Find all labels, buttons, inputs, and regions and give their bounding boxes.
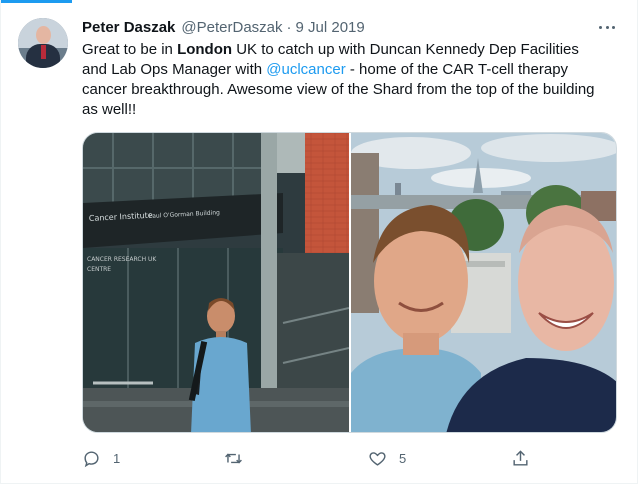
building-sign-text: CENTRE xyxy=(87,266,111,273)
building-sign-text: CANCER RESEARCH UK xyxy=(87,256,157,263)
tweet-actions: 1 5 xyxy=(82,446,617,470)
tweet-text: Great to be in London UK to catch up wit… xyxy=(82,40,607,120)
tweet-text-bold: London xyxy=(177,41,233,58)
media-grid: Cancer Institute Paul O'Gorman Building … xyxy=(82,132,617,433)
tweet-text-part: Great to be in xyxy=(82,41,178,58)
tweet-header: Peter Daszak @PeterDaszak · 9 Jul 2019 xyxy=(82,17,365,37)
reply-button[interactable]: 1 xyxy=(82,446,120,470)
avatar[interactable] xyxy=(18,18,68,68)
retweet-button[interactable] xyxy=(224,446,255,470)
more-icon[interactable] xyxy=(596,18,618,36)
like-button[interactable]: 5 xyxy=(368,446,406,470)
author-handle[interactable]: @PeterDaszak xyxy=(181,19,282,36)
header-separator: · xyxy=(286,18,292,36)
share-button[interactable] xyxy=(511,446,530,470)
reply-icon xyxy=(84,450,99,467)
retweet-icon xyxy=(225,453,242,463)
heart-icon xyxy=(369,451,386,466)
share-icon xyxy=(513,449,528,466)
tweet-date[interactable]: 9 Jul 2019 xyxy=(296,19,365,36)
reply-count: 1 xyxy=(113,450,121,466)
photo-rooftop-selfie[interactable] xyxy=(350,133,616,432)
author-name[interactable]: Peter Daszak xyxy=(82,19,175,36)
photo-building-entrance[interactable]: Cancer Institute Paul O'Gorman Building … xyxy=(83,133,349,432)
mention-link[interactable]: @uclcancer xyxy=(266,61,345,78)
like-count: 5 xyxy=(399,450,407,466)
